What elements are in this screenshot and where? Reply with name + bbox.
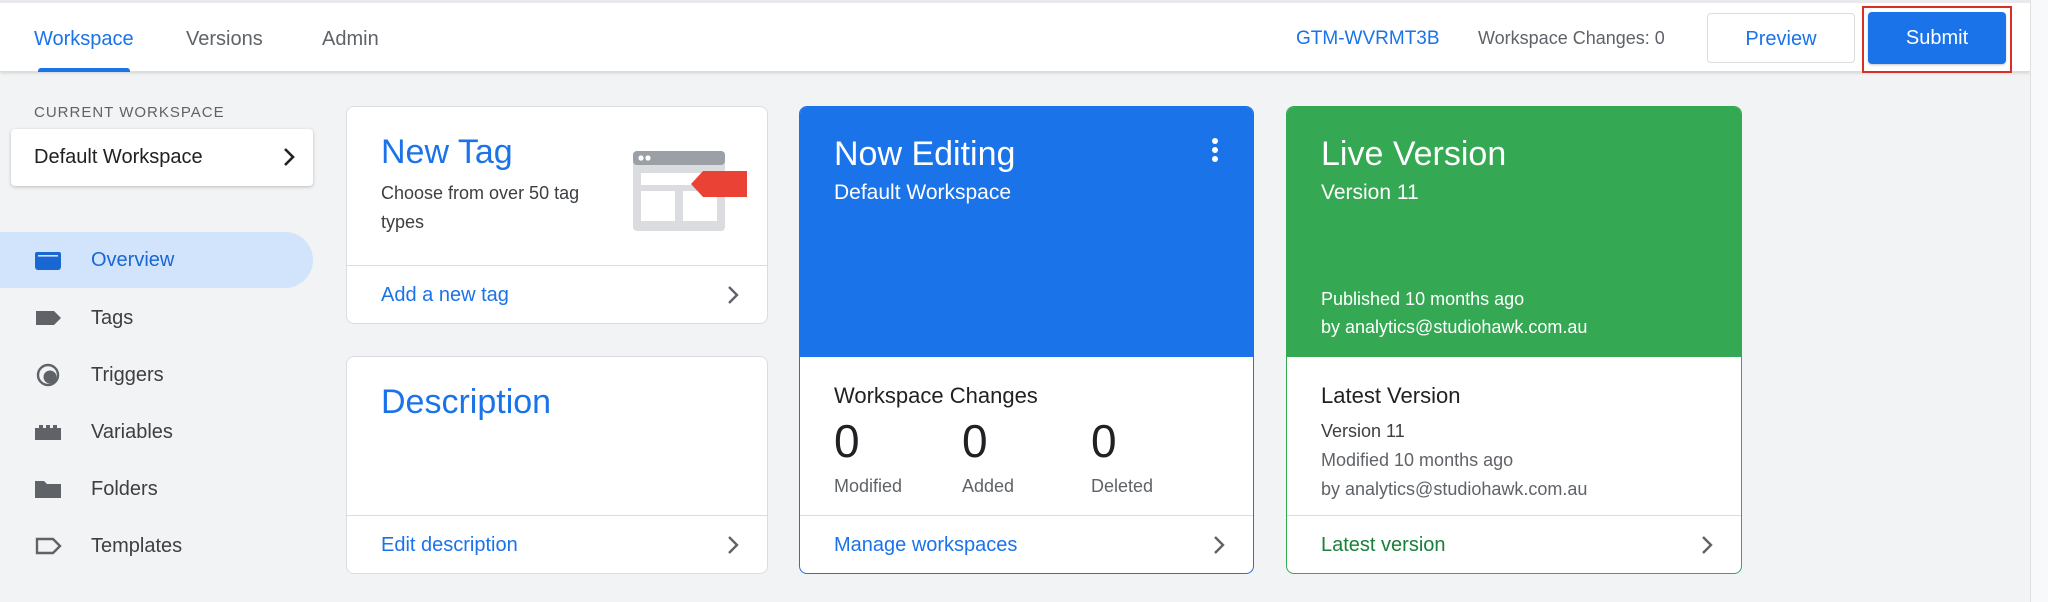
modified-count: 0 bbox=[834, 415, 860, 467]
add-new-tag-label: Add a new tag bbox=[381, 284, 509, 306]
latest-version-modified: Modified 10 months ago bbox=[1321, 450, 1514, 470]
latest-version-heading: Latest Version bbox=[1321, 383, 1461, 408]
deleted-count: 0 bbox=[1091, 415, 1117, 467]
modified-label: Modified bbox=[834, 476, 903, 496]
sidebar-item-label: Folders bbox=[91, 478, 158, 500]
now-editing-card: Now Editing Default Workspace Workspace … bbox=[799, 106, 1254, 574]
tab-admin[interactable]: Admin bbox=[322, 0, 379, 72]
live-published-by: by analytics@studiohawk.com.au bbox=[1321, 317, 1588, 337]
tag-icon bbox=[36, 311, 61, 325]
description-title: Description bbox=[381, 383, 552, 421]
live-version-number: Version 11 bbox=[1321, 181, 1419, 204]
sidebar-item-tags[interactable]: Tags bbox=[0, 290, 313, 346]
new-tag-description: Choose from over 50 tag types bbox=[381, 183, 580, 232]
new-tag-card[interactable]: New Tag Choose from over 50 tag types Ad… bbox=[346, 106, 768, 324]
chevron-right-icon bbox=[728, 536, 739, 554]
tab-workspace[interactable]: Workspace bbox=[34, 0, 134, 72]
live-published-time: Published 10 months ago bbox=[1321, 289, 1525, 309]
workspace-selector-name: Default Workspace bbox=[34, 146, 203, 168]
edit-description-link[interactable]: Edit description bbox=[347, 515, 767, 573]
sidebar-item-label: Variables bbox=[91, 421, 173, 443]
latest-version-author: by analytics@studiohawk.com.au bbox=[1321, 479, 1588, 499]
template-icon bbox=[35, 537, 62, 555]
sidebar-item-overview[interactable]: Overview bbox=[0, 232, 313, 288]
deleted-label: Deleted bbox=[1091, 476, 1154, 496]
sidebar-item-triggers[interactable]: Triggers bbox=[0, 347, 313, 403]
container-id-link[interactable]: GTM-WVRMT3B bbox=[1296, 0, 1440, 72]
sidebar-item-label: Overview bbox=[91, 249, 175, 271]
latest-version-link[interactable]: Latest version bbox=[1287, 515, 1741, 573]
edit-description-label: Edit description bbox=[381, 534, 518, 556]
sidebar-item-label: Triggers bbox=[91, 364, 164, 386]
current-workspace-label: CURRENT WORKSPACE bbox=[34, 104, 225, 121]
vertical-scrollbar[interactable] bbox=[2030, 0, 2048, 602]
now-editing-header: Now Editing Default Workspace bbox=[800, 107, 1253, 357]
chevron-right-icon bbox=[1214, 536, 1225, 554]
preview-button[interactable]: Preview bbox=[1707, 13, 1855, 63]
latest-version-link-label: Latest version bbox=[1321, 534, 1446, 556]
latest-version-number: Version 11 bbox=[1321, 421, 1405, 441]
sidebar-item-templates[interactable]: Templates bbox=[0, 518, 313, 574]
added-count: 0 bbox=[962, 415, 988, 467]
trigger-icon bbox=[36, 363, 60, 387]
live-version-title: Live Version bbox=[1321, 135, 1507, 173]
new-tag-illustration-icon bbox=[633, 151, 747, 231]
sidebar-item-variables[interactable]: Variables bbox=[0, 404, 313, 460]
tab-versions[interactable]: Versions bbox=[186, 0, 263, 72]
chevron-right-icon bbox=[1702, 536, 1713, 554]
manage-workspaces-label: Manage workspaces bbox=[834, 534, 1018, 556]
submit-button[interactable]: Submit bbox=[1868, 12, 2006, 64]
overview-icon bbox=[35, 252, 61, 270]
manage-workspaces-link[interactable]: Manage workspaces bbox=[800, 515, 1253, 573]
variables-icon bbox=[35, 425, 61, 440]
add-new-tag-link[interactable]: Add a new tag bbox=[347, 265, 767, 323]
workspace-changes-heading: Workspace Changes bbox=[834, 383, 1038, 408]
now-editing-workspace: Default Workspace bbox=[834, 181, 1012, 204]
new-tag-title[interactable]: New Tag bbox=[381, 133, 513, 172]
now-editing-title: Now Editing bbox=[834, 135, 1016, 173]
top-app-bar: Workspace Versions Admin GTM-WVRMT3B Wor… bbox=[0, 0, 2030, 73]
sidebar-item-label: Tags bbox=[91, 307, 134, 329]
workspace-selector[interactable]: Default Workspace bbox=[11, 129, 313, 186]
chevron-right-icon bbox=[284, 148, 295, 166]
chevron-right-icon bbox=[728, 286, 739, 304]
top-divider bbox=[0, 0, 2030, 3]
description-card: Description Edit description bbox=[346, 356, 768, 574]
sidebar-item-folders[interactable]: Folders bbox=[0, 461, 313, 517]
workspace-changes-count: Workspace Changes: 0 bbox=[1478, 28, 1665, 48]
sidebar-item-label: Templates bbox=[91, 535, 183, 557]
folder-icon bbox=[35, 481, 61, 498]
more-vert-icon[interactable] bbox=[1211, 137, 1219, 163]
added-label: Added bbox=[962, 476, 1015, 496]
live-version-card: Live Version Version 11 Published 10 mon… bbox=[1286, 106, 1742, 574]
live-version-header: Live Version Version 11 Published 10 mon… bbox=[1287, 107, 1741, 357]
